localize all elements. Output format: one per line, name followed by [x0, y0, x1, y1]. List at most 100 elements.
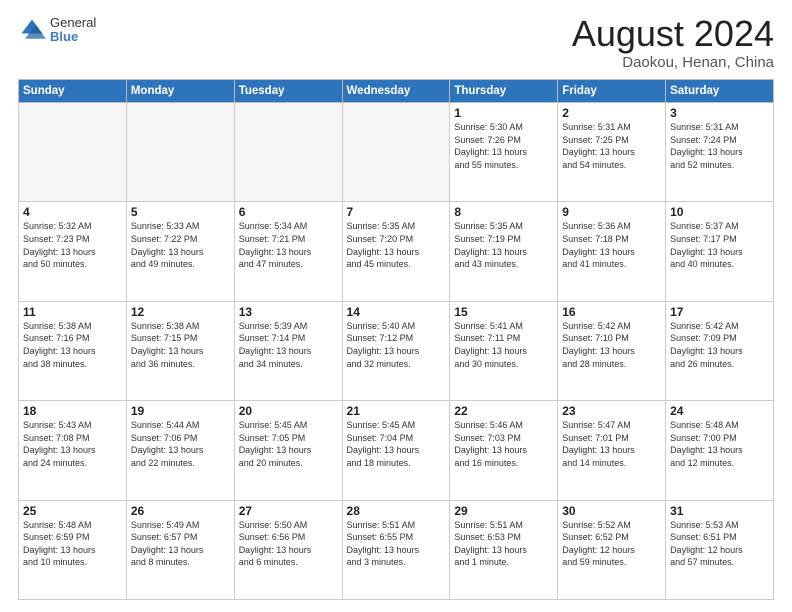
calendar-cell: 24Sunrise: 5:48 AM Sunset: 7:00 PM Dayli…	[666, 401, 774, 500]
header: General Blue August 2024 Daokou, Henan, …	[18, 16, 774, 71]
day-number: 5	[131, 205, 230, 219]
day-info: Sunrise: 5:31 AM Sunset: 7:25 PM Dayligh…	[562, 121, 661, 171]
location: Daokou, Henan, China	[572, 54, 774, 71]
calendar-cell: 21Sunrise: 5:45 AM Sunset: 7:04 PM Dayli…	[342, 401, 450, 500]
logo-general-text: General	[50, 16, 96, 30]
calendar-week-5: 25Sunrise: 5:48 AM Sunset: 6:59 PM Dayli…	[19, 500, 774, 599]
day-number: 15	[454, 305, 553, 319]
calendar-week-4: 18Sunrise: 5:43 AM Sunset: 7:08 PM Dayli…	[19, 401, 774, 500]
calendar-cell	[19, 103, 127, 202]
day-number: 3	[670, 106, 769, 120]
page: General Blue August 2024 Daokou, Henan, …	[0, 0, 792, 612]
day-number: 31	[670, 504, 769, 518]
calendar-header-friday: Friday	[558, 80, 666, 103]
calendar-header-sunday: Sunday	[19, 80, 127, 103]
title-block: August 2024 Daokou, Henan, China	[572, 16, 774, 71]
day-number: 27	[239, 504, 338, 518]
day-number: 14	[347, 305, 446, 319]
day-number: 9	[562, 205, 661, 219]
day-number: 19	[131, 404, 230, 418]
calendar-cell: 14Sunrise: 5:40 AM Sunset: 7:12 PM Dayli…	[342, 301, 450, 400]
day-number: 12	[131, 305, 230, 319]
calendar-cell: 8Sunrise: 5:35 AM Sunset: 7:19 PM Daylig…	[450, 202, 558, 301]
day-number: 30	[562, 504, 661, 518]
calendar-header-row: SundayMondayTuesdayWednesdayThursdayFrid…	[19, 80, 774, 103]
logo-text: General Blue	[50, 16, 96, 45]
day-number: 20	[239, 404, 338, 418]
day-info: Sunrise: 5:34 AM Sunset: 7:21 PM Dayligh…	[239, 220, 338, 270]
day-info: Sunrise: 5:52 AM Sunset: 6:52 PM Dayligh…	[562, 519, 661, 569]
day-info: Sunrise: 5:42 AM Sunset: 7:10 PM Dayligh…	[562, 320, 661, 370]
day-info: Sunrise: 5:49 AM Sunset: 6:57 PM Dayligh…	[131, 519, 230, 569]
calendar-header-tuesday: Tuesday	[234, 80, 342, 103]
day-info: Sunrise: 5:46 AM Sunset: 7:03 PM Dayligh…	[454, 419, 553, 469]
calendar-cell: 19Sunrise: 5:44 AM Sunset: 7:06 PM Dayli…	[126, 401, 234, 500]
day-info: Sunrise: 5:45 AM Sunset: 7:04 PM Dayligh…	[347, 419, 446, 469]
logo-blue-text: Blue	[50, 30, 96, 44]
calendar-cell: 10Sunrise: 5:37 AM Sunset: 7:17 PM Dayli…	[666, 202, 774, 301]
logo: General Blue	[18, 16, 96, 45]
day-info: Sunrise: 5:53 AM Sunset: 6:51 PM Dayligh…	[670, 519, 769, 569]
calendar-cell: 22Sunrise: 5:46 AM Sunset: 7:03 PM Dayli…	[450, 401, 558, 500]
day-info: Sunrise: 5:41 AM Sunset: 7:11 PM Dayligh…	[454, 320, 553, 370]
calendar-week-3: 11Sunrise: 5:38 AM Sunset: 7:16 PM Dayli…	[19, 301, 774, 400]
calendar-cell: 30Sunrise: 5:52 AM Sunset: 6:52 PM Dayli…	[558, 500, 666, 599]
calendar-week-1: 1Sunrise: 5:30 AM Sunset: 7:26 PM Daylig…	[19, 103, 774, 202]
calendar-cell: 27Sunrise: 5:50 AM Sunset: 6:56 PM Dayli…	[234, 500, 342, 599]
calendar-cell: 15Sunrise: 5:41 AM Sunset: 7:11 PM Dayli…	[450, 301, 558, 400]
day-number: 21	[347, 404, 446, 418]
calendar-cell: 9Sunrise: 5:36 AM Sunset: 7:18 PM Daylig…	[558, 202, 666, 301]
calendar-cell: 28Sunrise: 5:51 AM Sunset: 6:55 PM Dayli…	[342, 500, 450, 599]
day-number: 8	[454, 205, 553, 219]
calendar-cell: 7Sunrise: 5:35 AM Sunset: 7:20 PM Daylig…	[342, 202, 450, 301]
calendar-cell: 6Sunrise: 5:34 AM Sunset: 7:21 PM Daylig…	[234, 202, 342, 301]
calendar-header-thursday: Thursday	[450, 80, 558, 103]
calendar-week-2: 4Sunrise: 5:32 AM Sunset: 7:23 PM Daylig…	[19, 202, 774, 301]
day-info: Sunrise: 5:39 AM Sunset: 7:14 PM Dayligh…	[239, 320, 338, 370]
day-number: 11	[23, 305, 122, 319]
day-info: Sunrise: 5:35 AM Sunset: 7:20 PM Dayligh…	[347, 220, 446, 270]
day-info: Sunrise: 5:32 AM Sunset: 7:23 PM Dayligh…	[23, 220, 122, 270]
day-info: Sunrise: 5:42 AM Sunset: 7:09 PM Dayligh…	[670, 320, 769, 370]
calendar-header-monday: Monday	[126, 80, 234, 103]
day-info: Sunrise: 5:30 AM Sunset: 7:26 PM Dayligh…	[454, 121, 553, 171]
day-number: 29	[454, 504, 553, 518]
day-info: Sunrise: 5:44 AM Sunset: 7:06 PM Dayligh…	[131, 419, 230, 469]
day-info: Sunrise: 5:48 AM Sunset: 6:59 PM Dayligh…	[23, 519, 122, 569]
day-info: Sunrise: 5:31 AM Sunset: 7:24 PM Dayligh…	[670, 121, 769, 171]
calendar-cell: 11Sunrise: 5:38 AM Sunset: 7:16 PM Dayli…	[19, 301, 127, 400]
day-info: Sunrise: 5:38 AM Sunset: 7:16 PM Dayligh…	[23, 320, 122, 370]
calendar-cell: 26Sunrise: 5:49 AM Sunset: 6:57 PM Dayli…	[126, 500, 234, 599]
day-number: 6	[239, 205, 338, 219]
calendar-cell: 5Sunrise: 5:33 AM Sunset: 7:22 PM Daylig…	[126, 202, 234, 301]
calendar-cell: 18Sunrise: 5:43 AM Sunset: 7:08 PM Dayli…	[19, 401, 127, 500]
calendar-table: SundayMondayTuesdayWednesdayThursdayFrid…	[18, 79, 774, 600]
logo-icon	[18, 16, 46, 44]
day-number: 26	[131, 504, 230, 518]
calendar-cell	[342, 103, 450, 202]
day-info: Sunrise: 5:48 AM Sunset: 7:00 PM Dayligh…	[670, 419, 769, 469]
day-number: 17	[670, 305, 769, 319]
calendar-cell: 13Sunrise: 5:39 AM Sunset: 7:14 PM Dayli…	[234, 301, 342, 400]
calendar-cell: 31Sunrise: 5:53 AM Sunset: 6:51 PM Dayli…	[666, 500, 774, 599]
calendar-cell: 16Sunrise: 5:42 AM Sunset: 7:10 PM Dayli…	[558, 301, 666, 400]
day-info: Sunrise: 5:50 AM Sunset: 6:56 PM Dayligh…	[239, 519, 338, 569]
calendar-cell: 20Sunrise: 5:45 AM Sunset: 7:05 PM Dayli…	[234, 401, 342, 500]
calendar-cell: 2Sunrise: 5:31 AM Sunset: 7:25 PM Daylig…	[558, 103, 666, 202]
day-number: 2	[562, 106, 661, 120]
day-number: 1	[454, 106, 553, 120]
day-info: Sunrise: 5:37 AM Sunset: 7:17 PM Dayligh…	[670, 220, 769, 270]
day-info: Sunrise: 5:35 AM Sunset: 7:19 PM Dayligh…	[454, 220, 553, 270]
calendar-cell: 25Sunrise: 5:48 AM Sunset: 6:59 PM Dayli…	[19, 500, 127, 599]
calendar-cell	[234, 103, 342, 202]
calendar-cell: 3Sunrise: 5:31 AM Sunset: 7:24 PM Daylig…	[666, 103, 774, 202]
day-info: Sunrise: 5:51 AM Sunset: 6:53 PM Dayligh…	[454, 519, 553, 569]
day-info: Sunrise: 5:51 AM Sunset: 6:55 PM Dayligh…	[347, 519, 446, 569]
calendar-cell: 29Sunrise: 5:51 AM Sunset: 6:53 PM Dayli…	[450, 500, 558, 599]
day-number: 22	[454, 404, 553, 418]
day-number: 25	[23, 504, 122, 518]
calendar-cell: 23Sunrise: 5:47 AM Sunset: 7:01 PM Dayli…	[558, 401, 666, 500]
day-number: 13	[239, 305, 338, 319]
day-number: 4	[23, 205, 122, 219]
calendar-cell	[126, 103, 234, 202]
